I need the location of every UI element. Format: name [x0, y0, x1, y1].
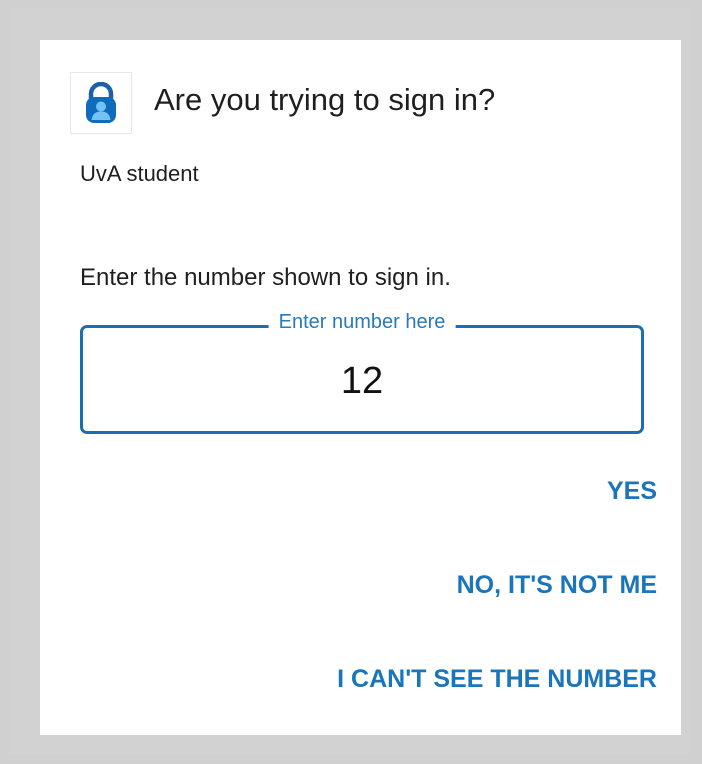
- number-entry-field[interactable]: Enter number here 12: [80, 311, 644, 434]
- not-me-button[interactable]: NO, IT'S NOT ME: [457, 571, 657, 600]
- number-field-value[interactable]: 12: [83, 360, 641, 403]
- dialog-title: Are you trying to sign in?: [154, 82, 496, 117]
- number-field-label: Enter number here: [268, 311, 456, 334]
- instruction-text: Enter the number shown to sign in.: [80, 264, 451, 291]
- authenticator-lock-icon: [70, 72, 132, 134]
- sign-in-approval-dialog: Are you trying to sign in? UvA student E…: [40, 40, 681, 735]
- account-name: UvA student: [80, 161, 199, 186]
- cant-see-number-button[interactable]: I CAN'T SEE THE NUMBER: [337, 665, 657, 694]
- authenticator-lock-icon: [86, 82, 116, 123]
- yes-button[interactable]: YES: [607, 477, 657, 506]
